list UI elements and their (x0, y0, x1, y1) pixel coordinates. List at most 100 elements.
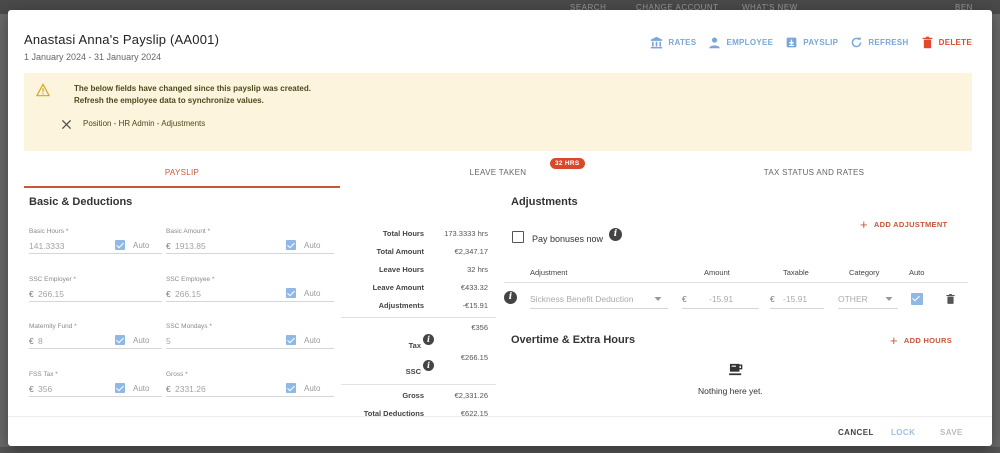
summary-value: €266.15 (460, 353, 488, 362)
gross-field: Gross * € 2331.26 Auto (166, 371, 334, 397)
col-taxable: Taxable (783, 268, 809, 277)
data-changed-alert: The below fields have changed since this… (24, 73, 972, 151)
summary-label: Leave Amount (372, 283, 424, 292)
currency-symbol: € (29, 384, 34, 394)
adjustment-select[interactable]: Sickness Benefit Deduction (530, 294, 633, 304)
ssc-employer-input[interactable]: 266.15 (38, 289, 64, 299)
warning-icon (36, 83, 50, 97)
summary-label: Total Amount (376, 247, 425, 256)
fss-tax-input[interactable]: 356 (38, 384, 52, 394)
employee-button[interactable]: EMPLOYEE (708, 36, 773, 49)
payslip-label: PAYSLIP (803, 38, 839, 47)
payslip-download-button[interactable]: PAYSLIP (785, 36, 838, 49)
summary-value: €433.32 (460, 283, 488, 292)
amount-underline (682, 308, 759, 309)
adjustment-underline (530, 308, 668, 309)
row-auto-checkbox[interactable] (911, 293, 923, 305)
ssc-employee-auto-checkbox[interactable] (286, 288, 296, 298)
adjustments-title: Adjustments (511, 196, 578, 208)
summary-value: 173.3333 hrs (444, 229, 488, 238)
currency-symbol: € (166, 289, 171, 299)
tab-payslip[interactable]: PAYSLIP (24, 160, 340, 188)
auto-label: Auto (304, 384, 321, 393)
category-underline (838, 308, 898, 309)
col-auto: Auto (909, 268, 925, 277)
rates-button[interactable]: RATES (650, 36, 696, 49)
trash-icon[interactable] (945, 293, 956, 305)
ssc-mondays-input[interactable]: 5 (166, 336, 171, 346)
gross-label: Gross * (166, 371, 188, 378)
currency-symbol: € (29, 289, 34, 299)
basic-amount-input[interactable]: 1913.85 (175, 241, 206, 251)
row-info-icon[interactable]: i (504, 291, 517, 304)
ssc-mondays-label: SSC Mondays * (166, 323, 212, 330)
delete-button[interactable]: DELETE (921, 36, 972, 49)
summary-label: Adjustments (378, 301, 424, 310)
close-icon[interactable] (61, 119, 72, 130)
plus-icon: + (860, 217, 868, 232)
ssc-employer-field: SSC Employer * € 266.15 (29, 276, 162, 302)
download-icon (786, 37, 797, 48)
add-hours-button[interactable]: + ADD HOURS (890, 333, 952, 348)
basic-hours-input[interactable]: 141.3333 (29, 241, 64, 251)
save-button[interactable]: SAVE (940, 428, 963, 437)
summary-label: Gross (402, 391, 424, 400)
ssc-employer-label: SSC Employer * (29, 276, 76, 283)
summary-value: 32 hrs (467, 265, 488, 274)
amount-input[interactable]: -15.91 (709, 294, 733, 304)
dialog-header: Anastasi Anna's Payslip (AA001) 1 Januar… (24, 32, 219, 62)
taxable-input[interactable]: -15.91 (783, 294, 807, 304)
refresh-label: REFRESH (868, 38, 909, 47)
cancel-button[interactable]: CANCEL (838, 428, 874, 437)
ssc-employee-field: SSC Employee * € 266.15 Auto (166, 276, 334, 302)
chevron-down-icon (885, 297, 893, 301)
basic-hours-field: Basic Hours * 141.3333 Auto (29, 228, 162, 254)
fss-tax-label: FSS Tax * (29, 371, 58, 378)
basic-deductions-title: Basic & Deductions (29, 196, 133, 208)
refresh-button[interactable]: REFRESH (850, 36, 908, 49)
col-category: Category (849, 268, 880, 277)
maternity-fund-input[interactable]: 8 (38, 336, 43, 346)
tab-leave-taken-label: LEAVE TAKEN (469, 168, 527, 177)
basic-hours-auto-checkbox[interactable] (115, 240, 125, 250)
summary-value: -€15.91 (462, 301, 488, 310)
auto-label: Auto (133, 384, 150, 393)
trash-icon (922, 36, 933, 49)
pay-bonuses-info-icon[interactable]: i (609, 228, 622, 241)
summary-divider (341, 317, 496, 318)
tax-info-icon[interactable]: i (423, 334, 434, 345)
ssc-employee-label: SSC Employee * (166, 276, 215, 283)
tab-tax-status[interactable]: TAX STATUS AND RATES (656, 160, 972, 188)
ssc-employee-input[interactable]: 266.15 (175, 289, 201, 299)
background-bottom (0, 447, 1000, 453)
auto-label: Auto (304, 336, 321, 345)
alert-line-1: The below fields have changed since this… (74, 84, 311, 93)
basic-amount-auto-checkbox[interactable] (286, 240, 296, 250)
col-adjustment: Adjustment (530, 268, 568, 277)
tab-leave-taken[interactable]: LEAVE TAKEN 32 HRS (340, 158, 656, 188)
plus-icon: + (890, 333, 898, 348)
ssc-mondays-field: SSC Mondays * 5 Auto (166, 323, 334, 349)
chevron-down-icon (654, 297, 662, 301)
gross-input[interactable]: 2331.26 (175, 384, 206, 394)
background-scroll-area (992, 14, 1000, 453)
ssc-mondays-auto-checkbox[interactable] (286, 335, 296, 345)
category-select[interactable]: OTHER (838, 294, 868, 304)
add-adjustment-label: ADD ADJUSTMENT (873, 220, 948, 229)
basic-hours-label: Basic Hours * (29, 228, 69, 235)
ssc-info-icon[interactable]: i (423, 360, 434, 371)
person-icon (709, 37, 721, 49)
summary-label: Tax (408, 341, 421, 350)
background-sidebar (0, 14, 8, 453)
currency-symbol: € (29, 336, 34, 346)
dialog-footer: CANCEL LOCK SAVE (8, 416, 992, 446)
taxable-underline (770, 308, 824, 309)
pay-bonuses-checkbox[interactable] (512, 231, 524, 243)
gross-auto-checkbox[interactable] (286, 383, 296, 393)
add-adjustment-button[interactable]: + ADD ADJUSTMENT (860, 217, 947, 232)
maternity-fund-auto-checkbox[interactable] (115, 335, 125, 345)
fss-tax-auto-checkbox[interactable] (115, 383, 125, 393)
summary-label: Total Hours (382, 229, 424, 238)
lock-button[interactable]: LOCK (891, 428, 915, 437)
refresh-icon (852, 37, 862, 48)
